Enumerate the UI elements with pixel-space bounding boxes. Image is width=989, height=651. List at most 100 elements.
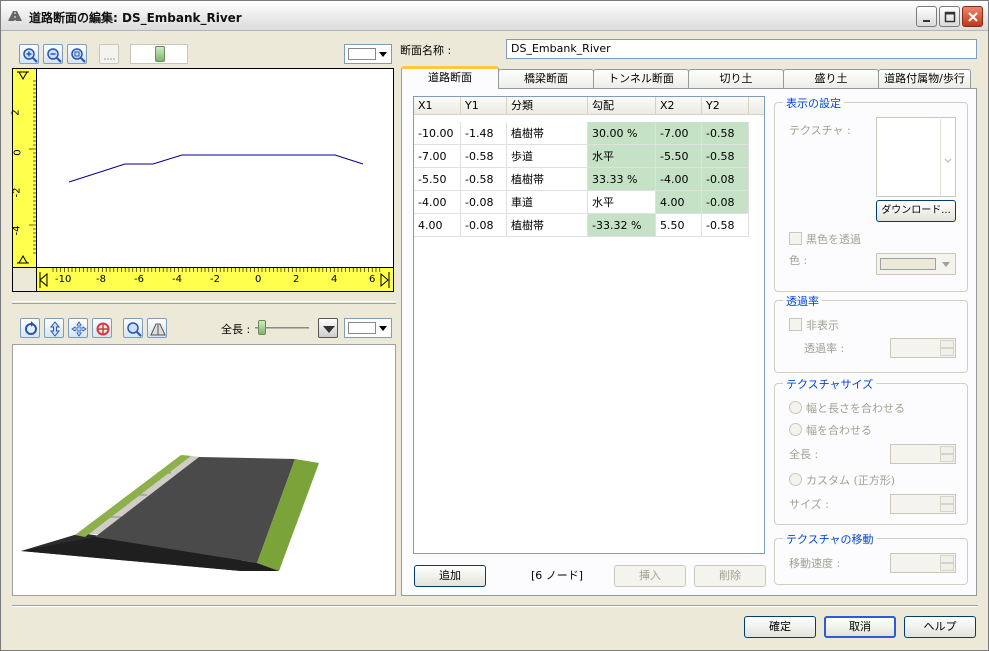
cell-slope[interactable]: 水平 [588,145,656,168]
header-y2[interactable]: Y2 [702,97,749,115]
header-x1[interactable]: X1 [414,97,461,115]
section-name-input[interactable]: DS_Embank_River [506,39,977,59]
size-spinner[interactable] [890,494,956,514]
zoom-slider-thumb[interactable] [155,46,165,62]
table-row[interactable]: 4.00 -0.08 植樹帯 -33.32 % 5.50 -0.58 [414,214,764,237]
cell-y2[interactable]: -0.08 [702,191,749,214]
cross-section-plot[interactable]: 2 0 -2 -4 -10 -8 -6 -4 -2 0 2 4 6 [11,68,394,292]
color-dropdown[interactable] [876,253,956,275]
maximize-button[interactable] [939,6,960,27]
zoom-3d-button[interactable] [123,318,143,338]
delete-button[interactable]: 削除 [694,565,766,587]
cell-y1[interactable]: -1.48 [461,122,507,145]
header-x2[interactable]: X2 [656,97,702,115]
header-class[interactable]: 分類 [507,97,588,115]
zoom-out-button[interactable] [43,44,63,64]
spin-up-icon[interactable] [940,446,954,454]
close-button[interactable] [962,6,983,27]
pane-splitter[interactable] [12,301,396,304]
zoom-fit-button[interactable] [67,44,87,64]
insert-button[interactable]: 挿入 [614,565,686,587]
total-length-spinner[interactable] [890,444,956,464]
fit-width-radio[interactable] [789,423,802,436]
rotate-button[interactable] [20,318,40,338]
move-speed-spinner[interactable] [890,553,956,573]
black-transparent-checkbox[interactable] [789,232,802,245]
spin-down-icon[interactable] [940,348,954,356]
table-row[interactable]: -10.00 -1.48 植樹帯 30.00 % -7.00 -0.58 [414,122,764,145]
cell-y2[interactable]: -0.08 [702,168,749,191]
table-row[interactable]: -4.00 -0.08 車道 水平 4.00 -0.08 [414,191,764,214]
tab-cut[interactable]: 切り土 [688,69,784,89]
tab-road-accessories[interactable]: 道路付属物/歩行 [878,69,971,89]
cell-x2[interactable]: 5.50 [656,214,702,237]
cell-y1[interactable]: -0.58 [461,145,507,168]
cell-class[interactable]: 植樹帯 [507,168,588,191]
cell-class[interactable]: 植樹帯 [507,122,588,145]
cell-class[interactable]: 歩道 [507,145,588,168]
ruler-down-arrow-icon[interactable] [18,254,28,264]
table-row[interactable]: -5.50 -0.58 植樹帯 33.33 % -4.00 -0.08 [414,168,764,191]
help-button[interactable]: ヘルプ [904,616,976,638]
add-button[interactable]: 追加 [414,565,486,587]
tab-bridge-section[interactable]: 橋梁断面 [498,69,594,89]
cell-y1[interactable]: -0.58 [461,168,507,191]
move-vertical-button[interactable] [44,318,64,338]
cell-slope[interactable]: 33.33 % [588,168,656,191]
cell-y2[interactable]: -0.58 [702,145,749,168]
tab-tunnel-section[interactable]: トンネル断面 [593,69,689,89]
cell-x1[interactable]: -5.50 [414,168,461,191]
cell-y2[interactable]: -0.58 [702,214,749,237]
minimize-button[interactable] [916,6,937,27]
ruler-right-arrow-icon[interactable] [380,272,389,288]
ruler-left-arrow-icon[interactable] [39,272,48,288]
cell-slope[interactable]: -33.32 % [588,214,656,237]
texture-preview[interactable] [876,117,956,197]
hide-checkbox[interactable] [789,318,802,331]
view-reset-button[interactable] [147,318,167,338]
road-3d-preview[interactable] [12,344,396,596]
custom-square-radio[interactable] [789,473,802,486]
spin-down-icon[interactable] [940,454,954,462]
spin-down-icon[interactable] [940,563,954,571]
cell-x2[interactable]: -4.00 [656,168,702,191]
ok-button[interactable]: 確定 [744,616,816,638]
cell-x2[interactable]: 4.00 [656,191,702,214]
zoom-slider[interactable] [130,44,188,64]
view-dropdown-button[interactable] [318,318,338,338]
fit-width-length-radio[interactable] [789,401,802,414]
cell-x2[interactable]: -5.50 [656,145,702,168]
plot-area[interactable] [38,69,393,267]
bg-color-dropdown[interactable] [344,318,392,338]
grid-toggle-button[interactable] [99,44,119,64]
cell-x1[interactable]: -7.00 [414,145,461,168]
texture-preview-scrollbar[interactable] [940,119,954,195]
cell-slope[interactable]: 30.00 % [588,122,656,145]
tab-fill[interactable]: 盛り土 [783,69,879,89]
spin-up-icon[interactable] [940,555,954,563]
download-button[interactable]: ダウンロード... [876,200,956,222]
zoom-in-button[interactable] [19,44,39,64]
cancel-button[interactable]: 取消 [824,616,896,638]
spin-up-icon[interactable] [940,340,954,348]
length-slider[interactable] [255,319,309,337]
table-row[interactable]: -7.00 -0.58 歩道 水平 -5.50 -0.58 [414,145,764,168]
transparency-rate-spinner[interactable] [890,338,956,358]
line-color-dropdown[interactable] [344,44,392,64]
cell-y1[interactable]: -0.08 [461,214,507,237]
orbit-button[interactable] [92,318,112,338]
cell-class[interactable]: 植樹帯 [507,214,588,237]
spin-down-icon[interactable] [940,504,954,512]
cell-y2[interactable]: -0.58 [702,122,749,145]
cell-class[interactable]: 車道 [507,191,588,214]
spin-up-icon[interactable] [940,496,954,504]
cell-x1[interactable]: -4.00 [414,191,461,214]
length-slider-thumb[interactable] [258,320,266,335]
pan-button[interactable] [68,318,88,338]
cell-x2[interactable]: -7.00 [656,122,702,145]
ruler-up-arrow-icon[interactable] [18,71,28,81]
tab-road-section[interactable]: 道路断面 [401,66,499,89]
header-y1[interactable]: Y1 [461,97,507,115]
cell-slope[interactable]: 水平 [588,191,656,214]
cell-x1[interactable]: -10.00 [414,122,461,145]
